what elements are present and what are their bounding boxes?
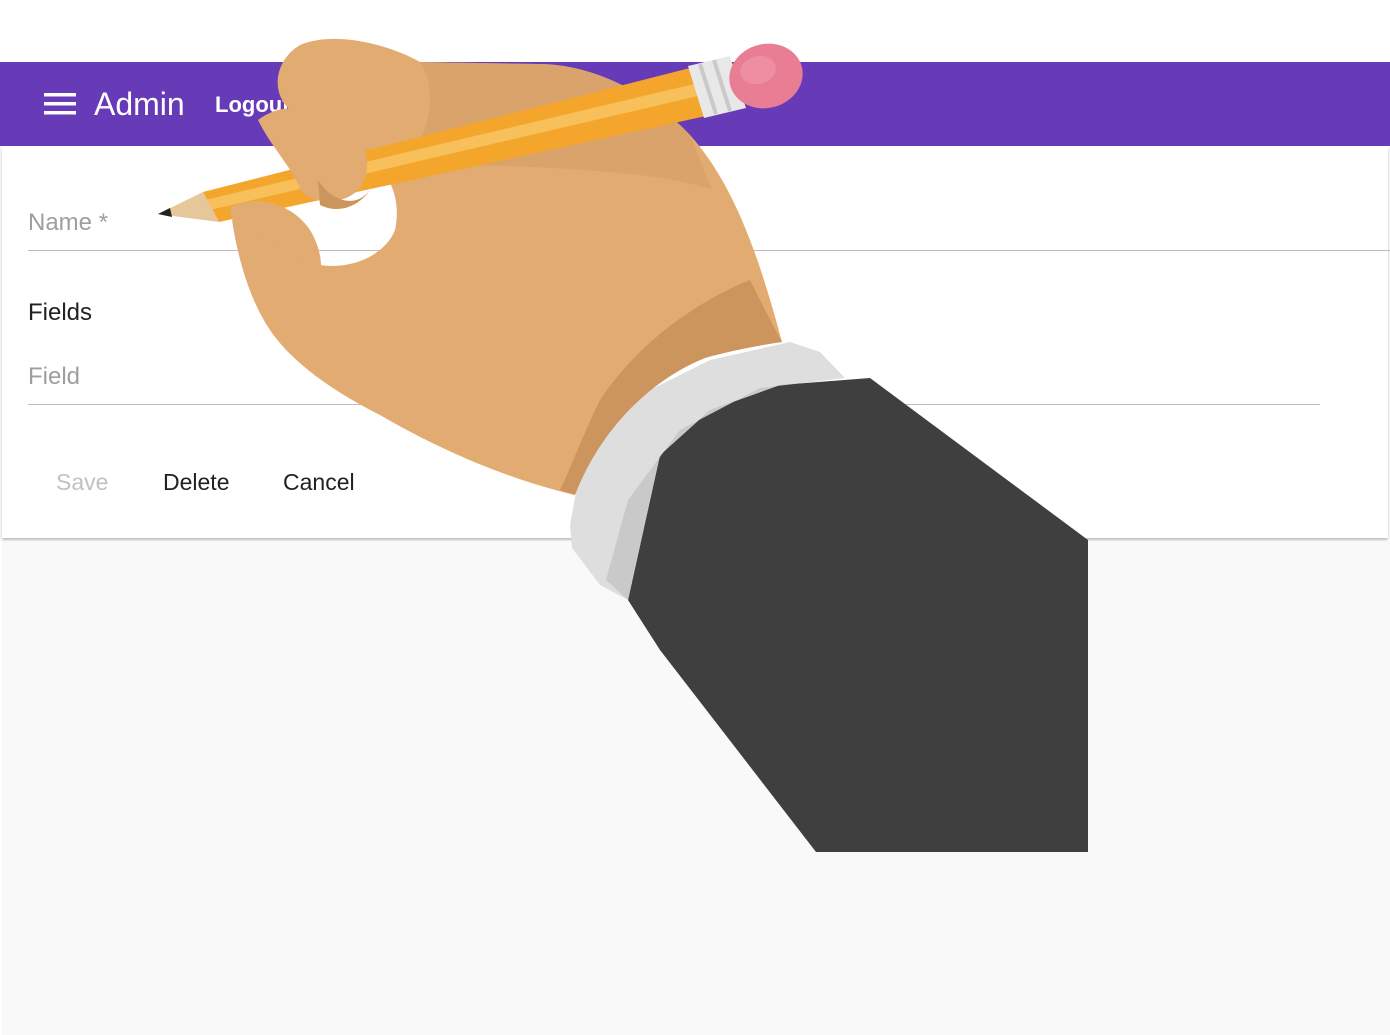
app-window: Admin Logout Name * Fields Field Save De… [0,0,1390,1035]
app-bar: Admin Logout [0,62,1390,146]
field-input-label: Field [28,363,81,390]
edit-form-card: Name * Fields Field Save Delete Cancel [2,146,1390,538]
cancel-button[interactable]: Cancel [283,464,355,500]
app-title: Admin [94,86,185,122]
logout-link[interactable]: Logout [215,90,290,120]
fields-heading: Fields [28,299,93,326]
field-input[interactable]: Field [28,362,1320,405]
menu-icon[interactable] [44,92,76,116]
content-background [2,541,1390,1035]
save-button[interactable]: Save [56,464,108,500]
name-field-label: Name * [28,209,109,236]
name-field[interactable]: Name * [28,206,1390,251]
delete-button[interactable]: Delete [163,464,229,500]
